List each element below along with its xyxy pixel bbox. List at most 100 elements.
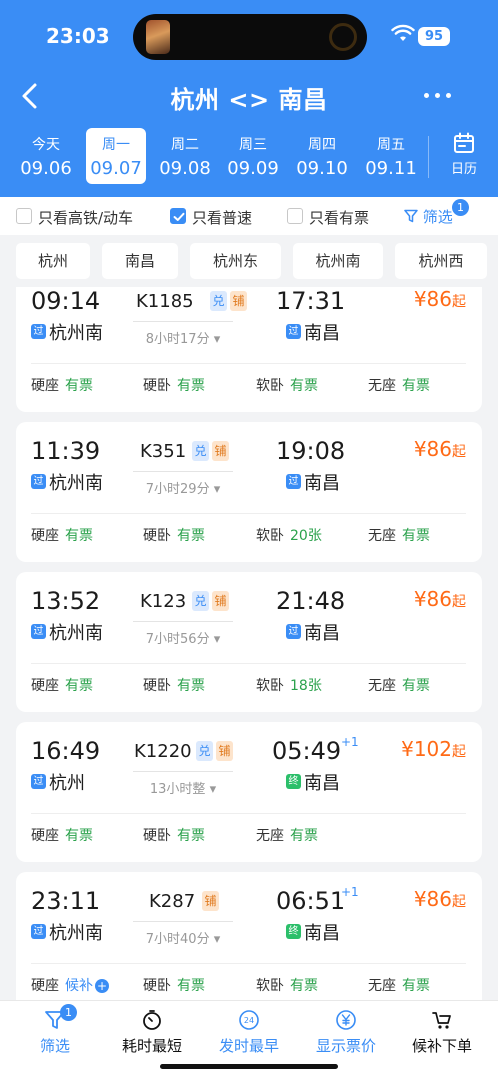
train-card[interactable]: 23:11 K287 铺 06:51 +1 ¥86起 7小时40分 ▾ 过 杭州… xyxy=(16,872,482,1000)
departure-time: 23:11 xyxy=(31,887,101,915)
toolbar-earliest-departure-button[interactable]: 24 发时最早 xyxy=(199,1009,299,1056)
from-station: 杭州南 xyxy=(49,623,103,644)
calendar-button[interactable]: 日历 xyxy=(440,132,488,182)
divider xyxy=(31,813,466,814)
from-station: 杭州南 xyxy=(49,923,103,944)
status-bar: 23:03 95 xyxy=(0,0,498,72)
seat-hard-seat: 硬座 有票 xyxy=(31,678,93,694)
divider xyxy=(428,136,429,178)
duration[interactable]: 8小时17分 ▾ xyxy=(133,321,233,347)
date-tab[interactable]: 周二 09.08 xyxy=(155,128,215,184)
pass-through-icon: 过 xyxy=(31,474,46,489)
next-day-marker: +1 xyxy=(341,735,359,749)
exchange-tag: 兑 xyxy=(192,441,209,461)
seat-hard-sleeper: 硬卧 有票 xyxy=(143,678,205,694)
departure-time: 16:49 xyxy=(31,737,101,765)
navbar: 杭州 <> 南昌 xyxy=(0,72,498,124)
seat-soft-sleeper: 软卧 有票 xyxy=(256,378,318,394)
date-tab-selected[interactable]: 周一 09.07 xyxy=(86,128,146,184)
divider xyxy=(31,363,466,364)
seat-hard-seat[interactable]: 硬座 候补 + xyxy=(31,975,109,995)
exchange-tag: 兑 xyxy=(192,591,209,611)
train-card[interactable]: 13:52 K123 兑 铺 21:48 ¥86起 7小时56分 ▾ 过 杭州南… xyxy=(16,572,482,712)
to-station: 南昌 xyxy=(304,623,340,644)
to-station: 南昌 xyxy=(304,773,340,794)
station-chip[interactable]: 杭州东 xyxy=(190,243,281,279)
station-chip[interactable]: 南昌 xyxy=(102,243,178,279)
activity-ring-icon xyxy=(329,23,357,51)
seat-standing: 无座 有票 xyxy=(256,828,318,844)
departure-time: 13:52 xyxy=(31,587,101,615)
duration[interactable]: 13小时整 ▾ xyxy=(133,771,233,797)
toolbar-waitlist-order-button[interactable]: 候补下单 xyxy=(392,1009,492,1056)
more-icon[interactable] xyxy=(420,82,454,108)
cart-icon xyxy=(432,1012,451,1029)
berth-tag: 铺 xyxy=(212,591,229,611)
date-tab-today[interactable]: 今天 09.06 xyxy=(16,128,76,184)
seat-standing: 无座 有票 xyxy=(368,978,430,994)
pass-through-icon: 过 xyxy=(31,774,46,789)
seat-soft-sleeper: 软卧 20张 xyxy=(256,528,322,544)
train-card[interactable]: 09:14 K1185 兑 铺 17:31 ¥86起 8小时17分 ▾ 过 杭州… xyxy=(16,287,482,412)
train-card[interactable]: 16:49 K1220 兑 铺 05:49 +1 ¥102起 13小时整 ▾ 过… xyxy=(16,722,482,862)
berth-tag: 铺 xyxy=(216,741,233,761)
arrival-time: 06:51 xyxy=(276,887,346,915)
berth-tag: 铺 xyxy=(212,441,229,461)
seat-standing: 无座 有票 xyxy=(368,678,430,694)
date-strip: 今天 09.06 周一 09.07 周二 09.08 周三 09.09 周四 0… xyxy=(0,128,498,186)
pass-through-icon: 过 xyxy=(286,324,301,339)
from-station: 杭州 xyxy=(49,773,85,794)
station-chip[interactable]: 杭州西 xyxy=(395,243,487,279)
exchange-tag: 兑 xyxy=(196,741,213,761)
berth-tag: 铺 xyxy=(230,291,247,311)
duration[interactable]: 7小时29分 ▾ xyxy=(133,471,233,497)
terminal-icon: 终 xyxy=(286,774,301,789)
train-number: K1185 xyxy=(136,291,194,312)
date-tab[interactable]: 周四 09.10 xyxy=(292,128,352,184)
terminal-icon: 终 xyxy=(286,924,301,939)
status-time: 23:03 xyxy=(46,24,110,48)
date-tab[interactable]: 周五 09.11 xyxy=(361,128,421,184)
price: ¥86起 xyxy=(413,887,466,911)
seat-standing: 无座 有票 xyxy=(368,528,430,544)
seat-soft-sleeper: 软卧 18张 xyxy=(256,678,322,694)
from-station: 杭州南 xyxy=(49,473,103,494)
train-card[interactable]: 11:39 K351 兑 铺 19:08 ¥86起 7小时29分 ▾ 过 杭州南… xyxy=(16,422,482,562)
filter-row: 只看高铁/动车 只看普速 只看有票 筛选 1 xyxy=(0,197,498,235)
checkbox-checked xyxy=(170,208,186,224)
checkbox-box xyxy=(287,208,303,224)
stopwatch-icon xyxy=(143,1010,161,1030)
seat-hard-sleeper: 硬卧 有票 xyxy=(143,378,205,394)
station-chip[interactable]: 杭州 xyxy=(16,243,90,279)
to-station: 南昌 xyxy=(304,473,340,494)
station-chip[interactable]: 杭州南 xyxy=(293,243,383,279)
duration[interactable]: 7小时56分 ▾ xyxy=(133,621,233,647)
next-day-marker: +1 xyxy=(341,885,359,899)
station-chips: 杭州 南昌 杭州东 杭州南 杭州西 xyxy=(0,235,498,287)
berth-tag: 铺 xyxy=(202,891,219,911)
arrival-time: 21:48 xyxy=(276,587,346,615)
header: 23:03 95 杭州 <> 南昌 今天 09.06 周一 09.07 周二 0… xyxy=(0,0,498,197)
duration[interactable]: 7小时40分 ▾ xyxy=(133,921,233,947)
toolbar-filter-button[interactable]: 筛选 xyxy=(5,1009,105,1056)
toolbar-show-price-button[interactable]: 显示票价 xyxy=(296,1009,396,1056)
departure-time: 11:39 xyxy=(31,437,101,465)
music-album-icon xyxy=(146,20,170,54)
price: ¥86起 xyxy=(413,287,466,311)
wifi-icon xyxy=(391,24,415,41)
pass-through-icon: 过 xyxy=(31,924,46,939)
train-number: K123 xyxy=(140,591,187,612)
train-number: K1220 xyxy=(134,741,192,762)
dynamic-island xyxy=(133,14,367,60)
waitlist-add-icon[interactable]: + xyxy=(95,979,109,993)
arrival-time: 19:08 xyxy=(276,437,346,465)
from-station: 杭州南 xyxy=(49,323,103,344)
date-tab[interactable]: 周三 09.09 xyxy=(223,128,283,184)
seat-hard-seat: 硬座 有票 xyxy=(31,528,93,544)
yuan-icon xyxy=(336,1010,356,1030)
filter-button[interactable]: 筛选 xyxy=(404,206,453,227)
toolbar-shortest-duration-button[interactable]: 耗时最短 xyxy=(102,1009,202,1056)
home-indicator xyxy=(160,1064,338,1069)
pass-through-icon: 过 xyxy=(286,474,301,489)
seat-soft-sleeper: 软卧 有票 xyxy=(256,978,318,994)
